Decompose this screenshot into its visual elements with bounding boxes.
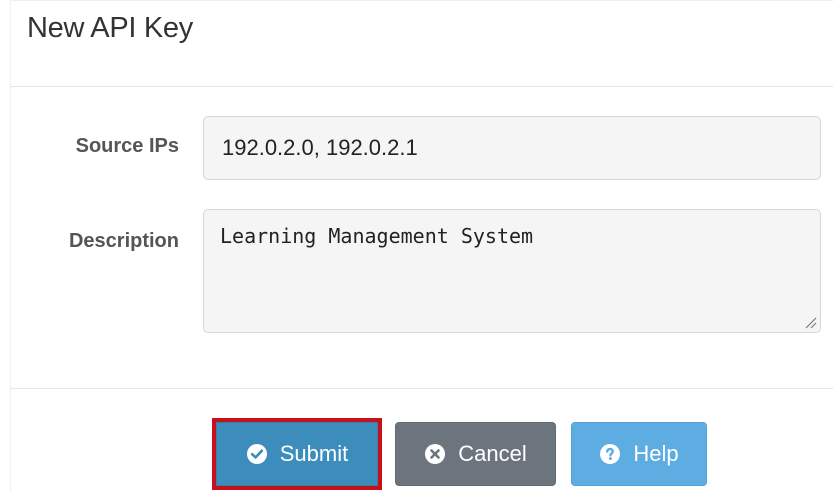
description-label: Description — [68, 230, 179, 252]
source-ips-label: Source IPs — [75, 135, 179, 157]
dialog-title: New API Key — [27, 12, 193, 44]
new-api-key-dialog: New API Key Source IPs Description Learn… — [0, 0, 833, 493]
check-circle-icon — [246, 444, 267, 464]
panel-left-border — [10, 0, 11, 493]
panel-top-border — [10, 0, 833, 1]
resize-grip-icon[interactable] — [803, 315, 817, 329]
cancel-label: Cancel — [458, 441, 527, 466]
source-ips-input[interactable] — [203, 116, 821, 180]
question-circle-icon — [600, 444, 621, 464]
description-textarea[interactable]: Learning Management System — [203, 209, 821, 333]
submit-button[interactable]: Submit — [216, 422, 378, 486]
times-circle-icon — [425, 444, 446, 464]
help-label: Help — [633, 441, 679, 466]
footer-divider — [10, 388, 833, 389]
header-divider — [10, 86, 833, 87]
help-button[interactable]: Help — [571, 422, 707, 486]
cancel-button[interactable]: Cancel — [395, 422, 556, 486]
submit-label: Submit — [279, 441, 349, 466]
